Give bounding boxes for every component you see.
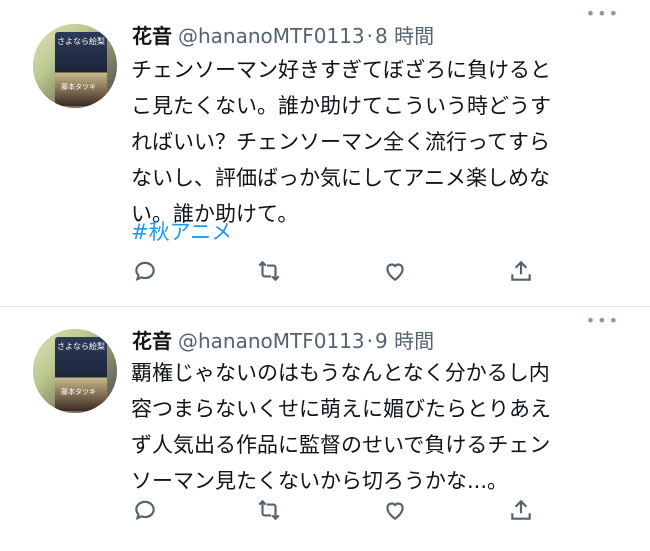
retweet-icon[interactable] bbox=[256, 258, 284, 286]
hashtag-link[interactable]: #秋アニメ bbox=[131, 216, 232, 246]
tweet-actions bbox=[132, 497, 532, 527]
timestamp[interactable]: 9 時間 bbox=[375, 329, 434, 353]
like-icon[interactable] bbox=[382, 258, 410, 286]
share-icon[interactable] bbox=[508, 497, 536, 525]
separator-dot: · bbox=[366, 329, 374, 353]
like-icon[interactable] bbox=[382, 497, 410, 525]
share-icon[interactable] bbox=[508, 258, 536, 286]
avatar[interactable]: さよなら絵梨 藤本タツキ bbox=[33, 24, 117, 108]
separator-dot: · bbox=[366, 24, 374, 48]
tweet-actions bbox=[132, 258, 532, 288]
retweet-icon[interactable] bbox=[256, 497, 284, 525]
reply-icon[interactable] bbox=[132, 497, 160, 525]
timestamp[interactable]: 8 時間 bbox=[375, 24, 434, 48]
tweet-header: 花音 @hananoMTF0113 · 8 時間 bbox=[132, 20, 434, 54]
tweet[interactable]: さよなら絵梨 藤本タツキ 花音 @hananoMTF0113 · 8 時間 ••• チ… bbox=[0, 0, 650, 307]
avatar[interactable]: さよなら絵梨 藤本タツキ bbox=[33, 329, 117, 413]
avatar-book-title: さよなら絵梨 bbox=[57, 37, 105, 46]
avatar-book-title: さよなら絵梨 bbox=[57, 342, 105, 351]
more-options-icon[interactable]: ••• bbox=[586, 4, 620, 23]
tweet[interactable]: さよなら絵梨 藤本タツキ 花音 @hananoMTF0113 · 9 時間 ••• 覇… bbox=[0, 307, 650, 551]
avatar-book-author: 藤本タツキ bbox=[61, 388, 96, 396]
display-name[interactable]: 花音 bbox=[132, 329, 172, 353]
display-name[interactable]: 花音 bbox=[132, 24, 172, 48]
tweet-text: チェンソーマン好きすぎてぼざろに負けると こ見たくない。誰か助けてこういう時どう… bbox=[131, 58, 551, 226]
user-handle[interactable]: @hananoMTF0113 bbox=[178, 329, 365, 353]
tweet-text: 覇権じゃないのはもうなんとなく分かるし内 容つまらないくせに萌えに媚びたらとりあ… bbox=[131, 361, 551, 493]
avatar-book-author: 藤本タツキ bbox=[61, 83, 96, 91]
reply-icon[interactable] bbox=[132, 258, 160, 286]
more-options-icon[interactable]: ••• bbox=[586, 311, 620, 330]
user-handle[interactable]: @hananoMTF0113 bbox=[178, 24, 365, 48]
tweet-header: 花音 @hananoMTF0113 · 9 時間 bbox=[132, 325, 434, 359]
